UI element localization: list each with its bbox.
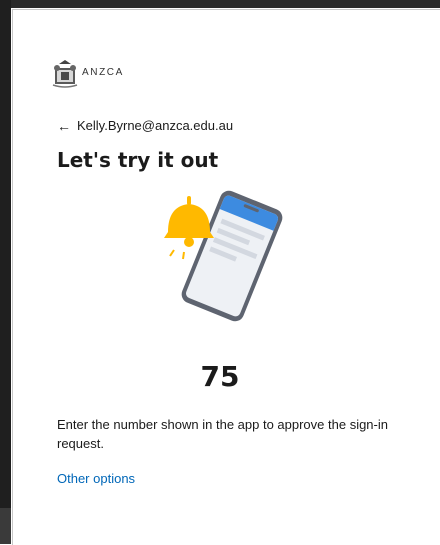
org-logo: ANZCA (52, 58, 124, 90)
instruction-text: Enter the number shown in the app to app… (57, 417, 388, 451)
window-frame-left (0, 0, 11, 544)
identity-row[interactable]: ← Kelly.Byrne@anzca.edu.au (57, 118, 233, 133)
other-options-link[interactable]: Other options (57, 471, 135, 486)
back-arrow-icon[interactable]: ← (57, 119, 71, 133)
window-frame-left-bottom (0, 508, 11, 544)
page-title: Let's try it out (57, 148, 219, 172)
window-frame-top (0, 0, 440, 8)
approval-number: 75 (200, 360, 240, 393)
crest-icon (52, 60, 78, 88)
user-email: Kelly.Byrne@anzca.edu.au (77, 118, 234, 133)
org-logo-text: ANZCA (82, 66, 124, 78)
phone-notification-illustration (164, 190, 283, 322)
